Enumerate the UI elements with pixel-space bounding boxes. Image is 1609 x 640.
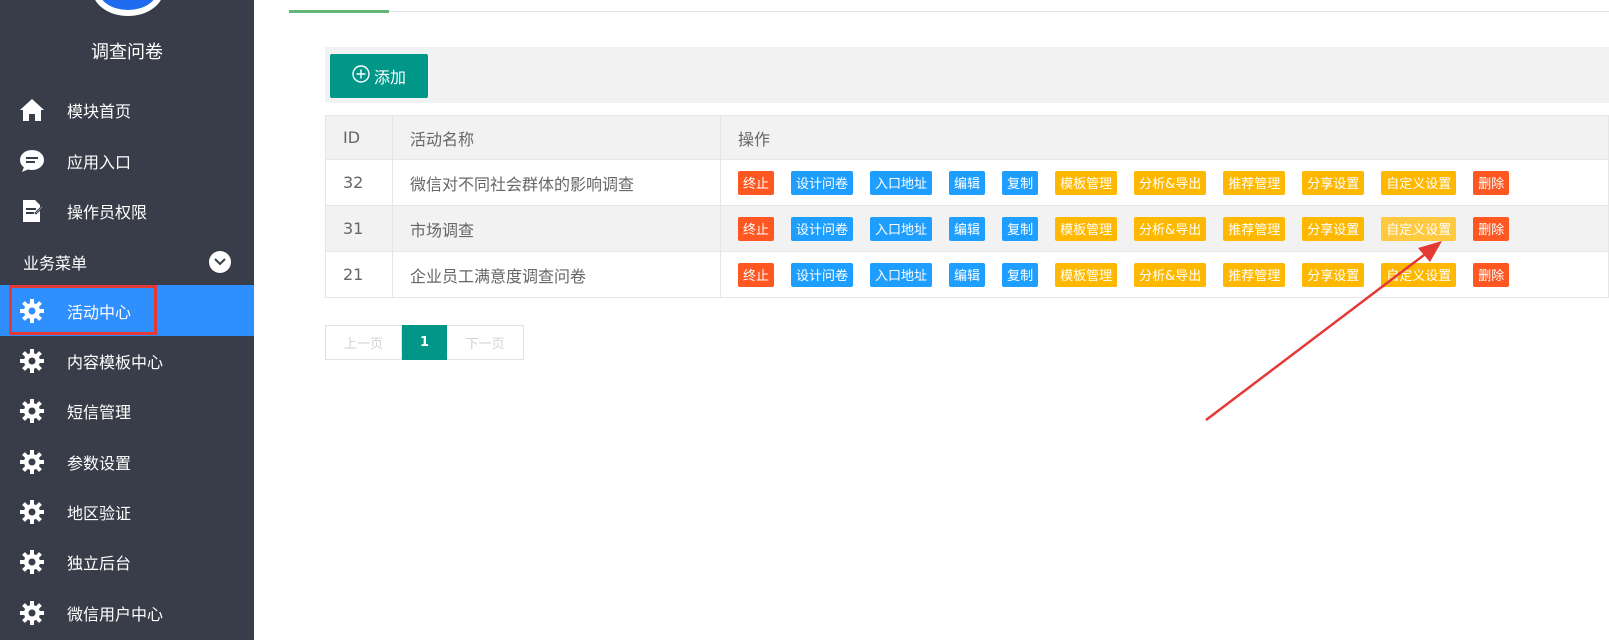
sidebar-item-label: 地区验证 [67,503,132,523]
cell-activity-name: 微信对不同社会群体的影响调查 [392,159,721,206]
action-buttons: 终止 设计问卷 入口地址 编辑 复制 模板管理 分析&导出 推荐管理 分享设置 自定义设置 删除 [738,170,1608,195]
custom-settings-button[interactable]: 自定义设置 [1381,262,1457,287]
sidebar-item-params[interactable]: 参数设置 [0,436,254,487]
template-manage-button[interactable]: 模板管理 [1055,216,1118,241]
column-header-name: 活动名称 [392,115,721,160]
share-settings-button[interactable]: 分享设置 [1302,262,1365,287]
template-manage-button[interactable]: 模板管理 [1055,170,1118,195]
sidebar-item-home[interactable]: 模块首页 [0,84,254,135]
sidebar-item-region-verify[interactable]: 地区验证 [0,486,254,537]
sidebar-item-label: 操作员权限 [67,202,148,222]
tab-active-indicator[interactable] [289,10,389,13]
share-settings-button[interactable]: 分享设置 [1302,216,1365,241]
sidebar-item-label: 独立后台 [67,553,132,573]
table-row: 32 微信对不同社会群体的影响调查 终止 设计问卷 入口地址 编辑 复制 模板管理 分析&导出推… [325,159,1609,206]
cell-actions: 终止 设计问卷 入口地址 编辑 复制 模板管理 分析&导出 推荐管理 分享设置 自定义设置 删除 [720,251,1609,298]
custom-settings-button[interactable]: 自定义设置 [1381,170,1457,195]
sidebar-item-label: 短信管理 [67,402,132,422]
stop-button[interactable]: 终止 [738,170,775,195]
copy-button[interactable]: 复制 [1002,170,1039,195]
sidebar-item-label: 模块首页 [67,101,132,121]
analyze-export-button[interactable]: 分析&导出 [1134,170,1207,195]
stop-button[interactable]: 终止 [738,216,775,241]
entry-url-button[interactable]: 入口地址 [870,216,933,241]
tab-bar-divider [289,11,1609,12]
analyze-export-button[interactable]: 分析&导出 [1134,216,1207,241]
sidebar-item-standalone-admin[interactable]: 独立后台 [0,536,254,587]
action-buttons: 终止 设计问卷 入口地址 编辑 复制 模板管理 分析&导出 推荐管理 分享设置 自定义设置 删除 [738,262,1608,287]
add-button-label: 添加 [373,68,406,87]
template-manage-button[interactable]: 模板管理 [1055,262,1118,287]
table-header-row: ID 活动名称 操作 [325,115,1609,160]
sidebar-item-app-entry[interactable]: 应用入口 [0,135,254,186]
design-survey-button[interactable]: 设计问卷 [791,216,854,241]
cell-activity-name: 市场调查 [392,205,721,252]
analyze-export-button[interactable]: 分析&导出 [1134,262,1207,287]
cell-id: 21 [325,251,393,298]
sidebar-item-label: 内容模板中心 [67,352,164,372]
home-icon [18,96,46,124]
sidebar-item-operator-permissions[interactable]: 操作员权限 [0,185,254,236]
sidebar-item-label: 微信用户中心 [67,604,164,624]
document-icon [18,197,46,225]
delete-button[interactable]: 删除 [1473,262,1510,287]
entry-url-button[interactable]: 入口地址 [870,262,933,287]
gear-icon [18,297,46,325]
edit-button[interactable]: 编辑 [949,170,986,195]
cell-id: 32 [325,159,393,206]
app-title: 调查问卷 [91,42,163,63]
column-header-ops: 操作 [720,115,1609,160]
stop-button[interactable]: 终止 [738,262,775,287]
sidebar-item-content-templates[interactable]: 内容模板中心 [0,335,254,386]
recommend-manage-button[interactable]: 推荐管理 [1223,216,1286,241]
sidebar-item-wechat-users[interactable]: 微信用户中心 [0,587,254,638]
table-row: 21 企业员工满意度调查问卷 终止 设计问卷 入口地址 编辑 复制 模板管理 分析&导出 推荐管理… [325,251,1609,298]
gear-icon [18,548,46,576]
chevron-down-icon[interactable] [209,251,231,273]
cell-activity-name: 企业员工满意度调查问卷 [392,251,721,298]
design-survey-button[interactable]: 设计问卷 [791,170,854,195]
gear-icon [18,498,46,526]
sidebar-item-sms[interactable]: 短信管理 [0,385,254,436]
delete-button[interactable]: 删除 [1473,216,1510,241]
gear-icon [18,448,46,476]
recommend-manage-button[interactable]: 推荐管理 [1223,262,1286,287]
action-buttons: 终止 设计问卷 入口地址 编辑 复制 模板管理 分析&导出 推荐管理 分享设置 自定义设置 删除 [738,216,1608,241]
gear-icon [18,599,46,627]
share-settings-button[interactable]: 分享设置 [1302,170,1365,195]
delete-button[interactable]: 删除 [1473,170,1510,195]
copy-button[interactable]: 复制 [1002,216,1039,241]
entry-url-button[interactable]: 入口地址 [870,170,933,195]
menu-group-header[interactable]: 业务菜单 [0,246,254,278]
cell-actions: 终止 设计问卷 入口地址 编辑 复制 模板管理 分析&导出 推荐管理 分享设置 自定义设置 删除 [720,205,1609,252]
menu-group-label: 业务菜单 [23,254,88,273]
design-survey-button[interactable]: 设计问卷 [791,262,854,287]
prev-page-button[interactable]: 上一页 [325,325,402,360]
custom-settings-button[interactable]: 自定义设置 [1381,216,1457,241]
table-row: 31 市场调查 终止 设计问卷 入口地址 编辑 复制 模板管理 分析&导出 推荐管理 分享设置 自定义… [325,205,1609,252]
copy-button[interactable]: 复制 [1002,262,1039,287]
sidebar: 调查问卷 模块首页 应用入口 操作员权限 业务菜单 活动中心 内容模板中心 短信… [0,0,254,640]
gear-icon [18,347,46,375]
add-button[interactable]: 添加 [330,54,428,98]
avatar [92,0,164,16]
activity-table: ID 活动名称 操作 32 微信对不同社会群体的影响调查 终止 设计问卷 入口地址 编辑复… [325,115,1609,298]
edit-button[interactable]: 编辑 [949,216,986,241]
gear-icon [18,397,46,425]
sidebar-item-label: 活动中心 [67,302,132,322]
edit-button[interactable]: 编辑 [949,262,986,287]
current-page[interactable]: 1 [402,325,447,360]
cell-actions: 终止 设计问卷 入口地址 编辑 复制 模板管理 分析&导出 推荐管理 分享设置 自定义设置 删除 [720,159,1609,206]
sidebar-item-label: 应用入口 [67,152,132,172]
chat-icon [18,147,46,175]
recommend-manage-button[interactable]: 推荐管理 [1223,170,1286,195]
cell-id: 31 [325,205,393,252]
column-header-id: ID [325,115,393,160]
sidebar-item-label: 参数设置 [67,453,132,473]
plus-circle-icon [352,65,370,87]
pagination: 上一页 1 下一页 [325,325,524,360]
sidebar-item-activity-center[interactable]: 活动中心 [0,285,254,336]
next-page-button[interactable]: 下一页 [447,325,524,360]
toolbar [325,47,1609,103]
